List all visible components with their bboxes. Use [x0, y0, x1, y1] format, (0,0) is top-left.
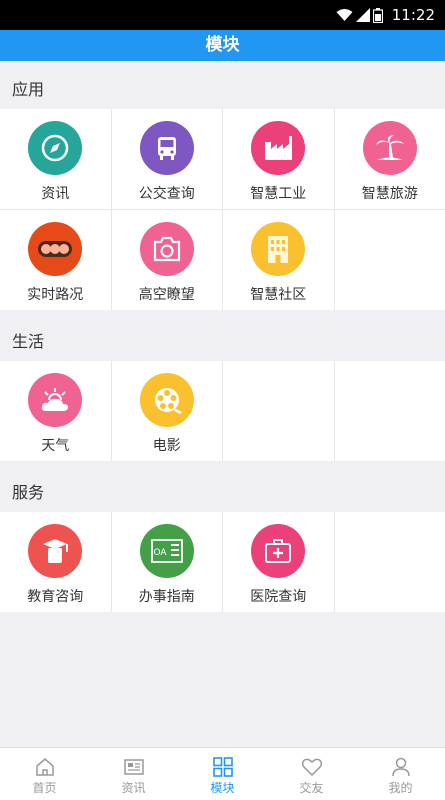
- module-label: 智慧社区: [250, 287, 307, 303]
- module-label: 资讯: [41, 186, 70, 202]
- module-hospital-query[interactable]: 医院查询: [223, 512, 334, 612]
- module-smart-industry[interactable]: 智慧工业: [223, 109, 334, 209]
- traffic-light-icon: [28, 222, 83, 276]
- oa-text: OA: [153, 548, 167, 558]
- empty-cell: [334, 512, 445, 612]
- module-weather[interactable]: 天气: [0, 361, 111, 461]
- module-service-guide[interactable]: OA 办事指南: [111, 512, 222, 612]
- section-title-life: 生活: [12, 332, 45, 351]
- oa-document-icon: OA: [139, 524, 194, 578]
- empty-cell: [334, 361, 445, 461]
- status-icons: [336, 7, 383, 23]
- status-time: 11:22: [391, 6, 435, 24]
- graduation-cap-icon: [28, 524, 83, 578]
- film-reel-icon: [139, 373, 194, 427]
- building-icon: [251, 222, 306, 276]
- bus-icon: [139, 121, 194, 175]
- factory-icon: [251, 121, 306, 175]
- palm-tree-icon: [362, 121, 417, 175]
- module-high-altitude-lookout[interactable]: 高空瞭望: [111, 210, 222, 310]
- tab-label: 首页: [32, 781, 57, 795]
- medical-kit-icon: [251, 524, 306, 578]
- module-label: 智慧工业: [250, 186, 307, 202]
- tab-label: 交友: [299, 781, 324, 795]
- module-label: 公交查询: [138, 186, 195, 202]
- bottom-tab-bar: 首页 资讯 模块 交友 我的: [0, 747, 445, 800]
- tab-label: 资讯: [121, 781, 146, 795]
- module-label: 办事指南: [138, 589, 195, 605]
- battery-icon: [373, 7, 383, 23]
- module-label: 电影: [152, 438, 181, 454]
- apps-grid: 资讯 公交查询 智慧工业 智慧旅游 实时路况 高空瞭望 智慧社区: [0, 109, 445, 310]
- section-title-services: 服务: [12, 483, 45, 502]
- signal-icon: [356, 8, 370, 22]
- module-label: 实时路况: [27, 287, 84, 303]
- tab-friends[interactable]: 交友: [267, 748, 356, 800]
- module-news[interactable]: 资讯: [0, 109, 111, 209]
- module-label: 高空瞭望: [138, 287, 195, 303]
- news-icon: [123, 759, 144, 775]
- tab-news[interactable]: 资讯: [89, 748, 178, 800]
- module-smart-tourism[interactable]: 智慧旅游: [334, 109, 445, 209]
- camera-icon: [139, 222, 194, 276]
- empty-cell: [334, 210, 445, 310]
- tab-label: 模块: [210, 781, 235, 795]
- services-grid: 教育咨询 OA 办事指南 医院查询: [0, 512, 445, 612]
- module-label: 智慧旅游: [361, 186, 418, 202]
- tab-home[interactable]: 首页: [0, 748, 89, 800]
- status-bar: 11:22: [0, 0, 445, 30]
- compass-icon: [28, 121, 83, 175]
- user-icon: [391, 757, 410, 777]
- module-education-consulting[interactable]: 教育咨询: [0, 512, 111, 612]
- weather-icon: [28, 373, 83, 427]
- home-icon: [35, 758, 54, 776]
- module-label: 教育咨询: [27, 589, 84, 605]
- module-smart-community[interactable]: 智慧社区: [223, 210, 334, 310]
- section-title-apps: 应用: [12, 80, 45, 99]
- empty-cell: [223, 361, 334, 461]
- module-movie[interactable]: 电影: [111, 361, 222, 461]
- page-title: 模块: [0, 30, 445, 61]
- wifi-icon: [336, 9, 353, 21]
- tab-label: 我的: [388, 781, 413, 795]
- life-grid: 天气 电影: [0, 361, 445, 461]
- module-label: 天气: [41, 438, 70, 454]
- module-bus-query[interactable]: 公交查询: [111, 109, 222, 209]
- heart-icon: [301, 758, 322, 777]
- module-label: 医院查询: [250, 589, 307, 605]
- grid-icon: [212, 757, 233, 777]
- module-live-traffic[interactable]: 实时路况: [0, 210, 111, 310]
- tab-modules[interactable]: 模块: [178, 748, 267, 800]
- tab-mine[interactable]: 我的: [356, 748, 445, 800]
